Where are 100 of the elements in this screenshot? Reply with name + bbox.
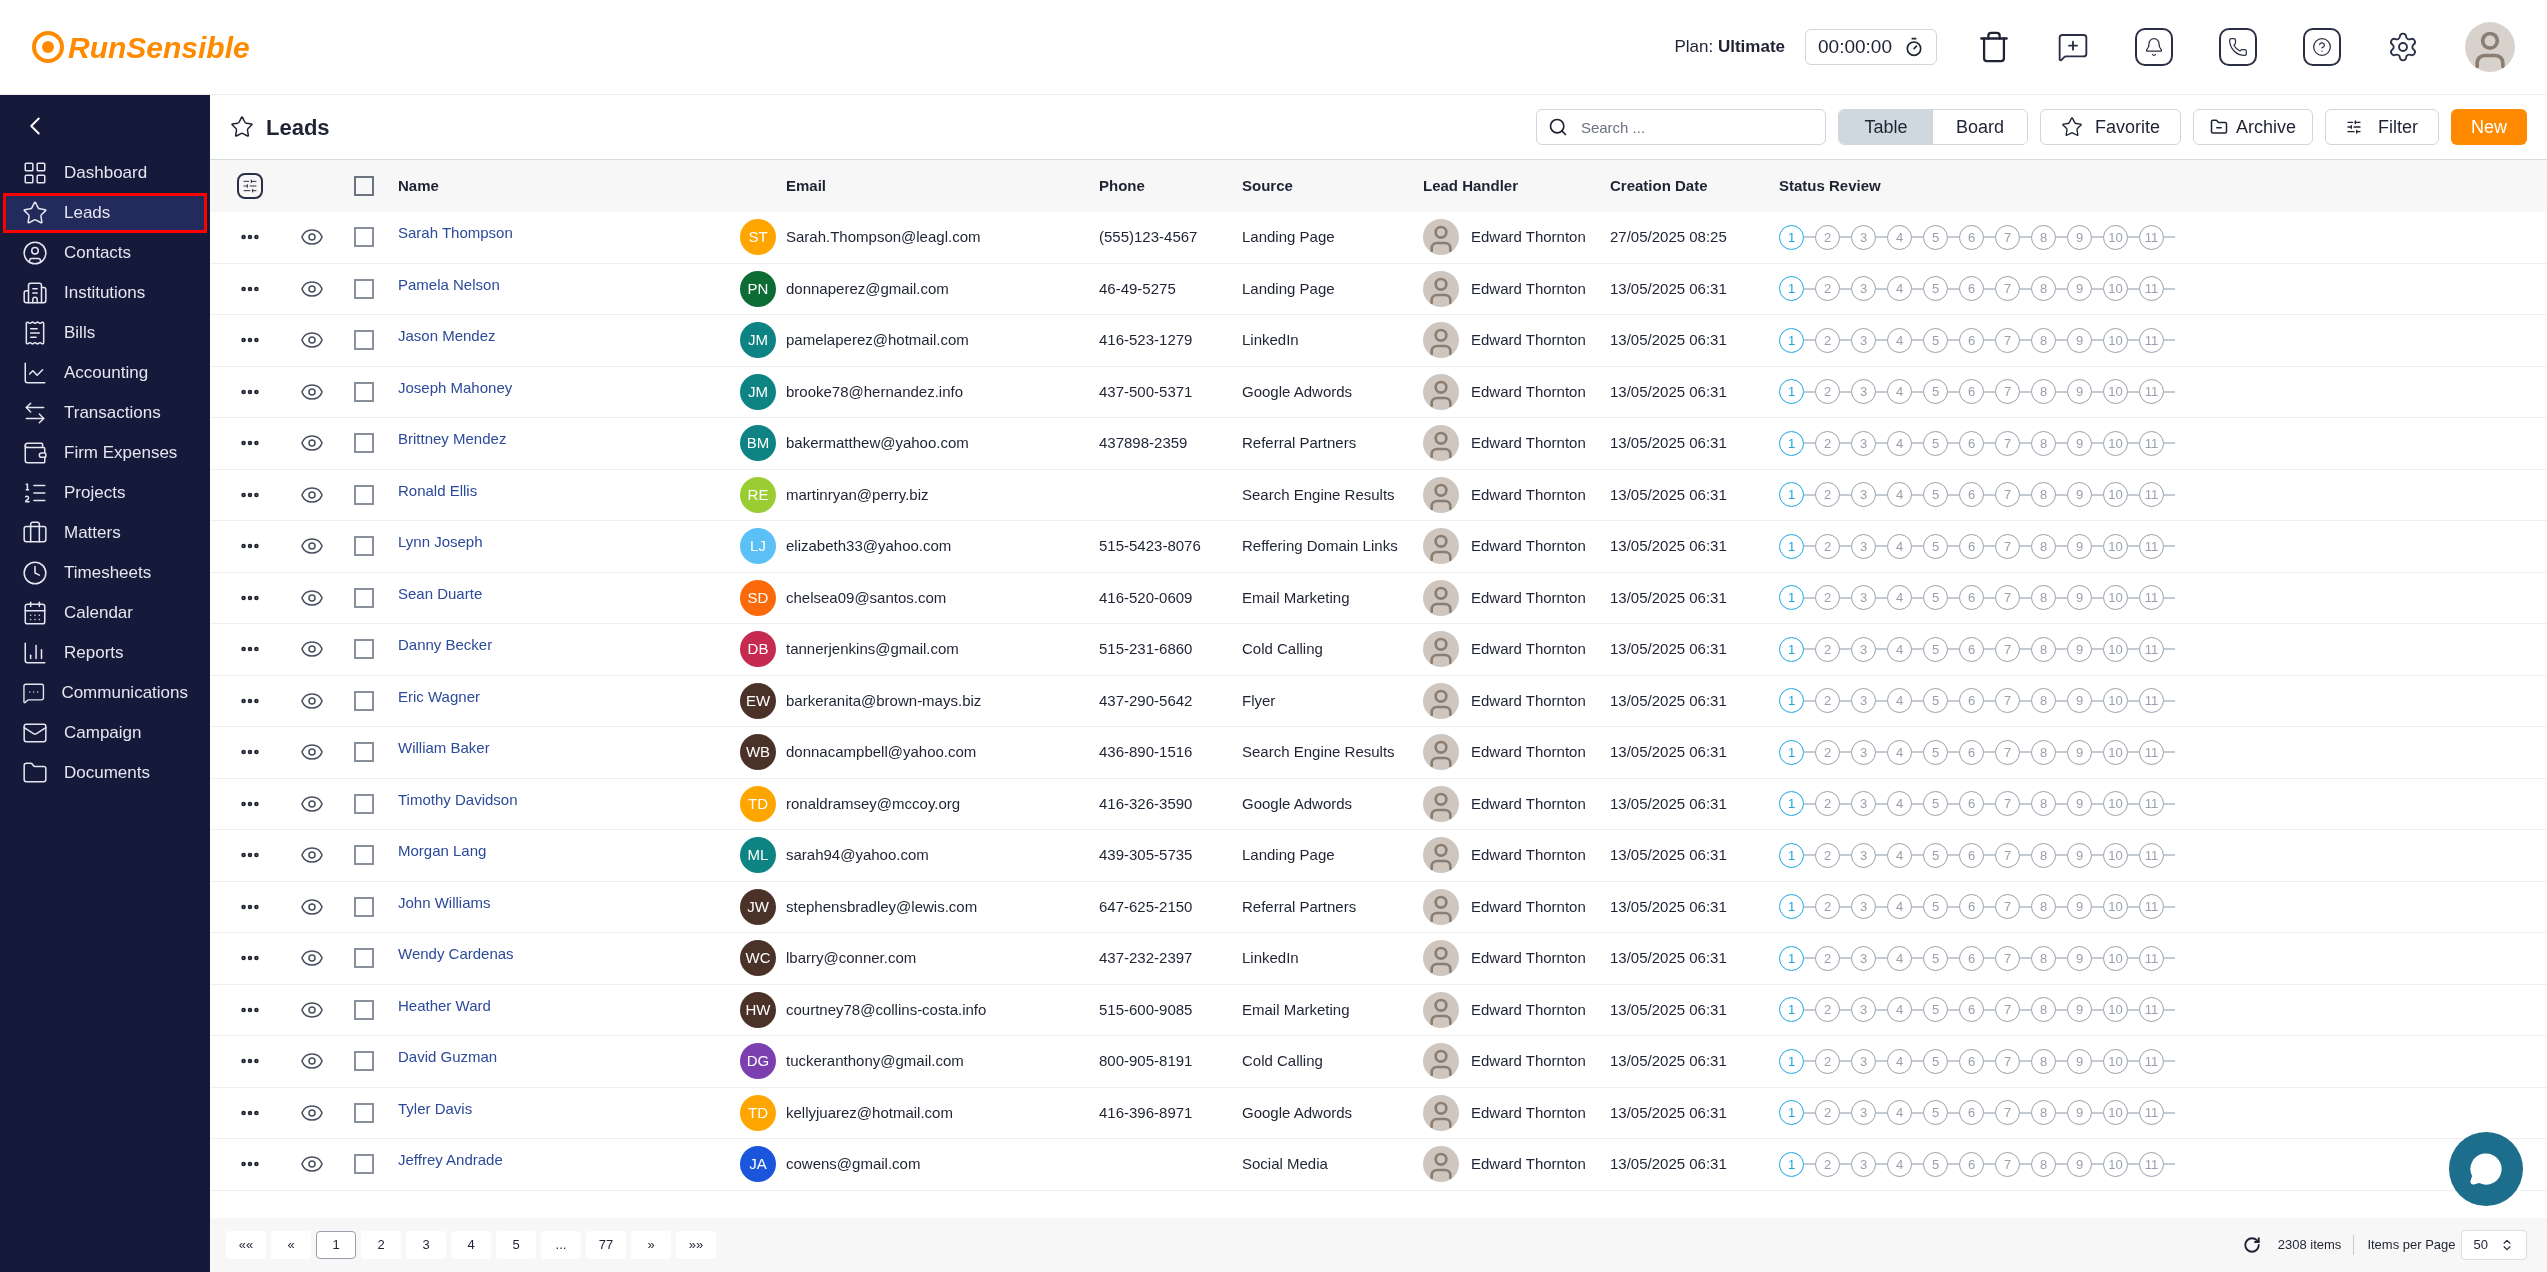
view-tab[interactable]: Table [1838,110,1933,144]
initials-avatar: ST [740,219,776,256]
sidebar-item[interactable]: Transactions [3,393,207,433]
sidebar-item[interactable]: Leads [3,193,207,233]
phone-icon[interactable] [2219,28,2257,66]
refresh-icon[interactable] [2242,1236,2261,1254]
filter-button[interactable]: Filter [2325,109,2439,145]
row-checkbox[interactable] [354,896,374,917]
row-checkbox[interactable] [354,742,374,763]
page-button[interactable]: 5 [496,1231,536,1259]
lead-name-link[interactable]: Timothy Davidson [398,790,518,808]
settings-icon[interactable] [2387,31,2419,63]
column-header[interactable]: Creation Date [1610,176,1708,194]
lead-name-link[interactable]: Jason Mendez [398,327,496,344]
row-checkbox[interactable] [354,690,374,711]
timer-field[interactable]: 00:00:00 [1805,29,1937,65]
page-button[interactable]: 4 [451,1231,491,1259]
source-cell: Search Engine Results [1242,485,1395,503]
sidebar-item[interactable]: Reports [3,633,207,673]
sidebar-item[interactable]: Bills [3,313,207,353]
row-checkbox[interactable] [354,948,374,969]
lead-name-link[interactable]: Tyler Davis [398,1099,473,1117]
page-button[interactable]: » [631,1231,671,1259]
items-per-page-select[interactable]: 50 [2460,1230,2527,1260]
lead-name-link[interactable]: Brittney Mendez [398,430,507,447]
lead-name-link[interactable]: Sean Duarte [398,584,483,602]
lead-name-link[interactable]: John Williams [398,893,491,911]
email-cell: martinryan@perry.biz [786,485,929,503]
sidebar-item[interactable]: Calendar [3,593,207,633]
select-all-checkbox[interactable] [354,176,374,196]
phone-cell: 800-905-8191 [1099,1052,1193,1069]
lead-name-link[interactable]: Morgan Lang [398,842,487,859]
lead-name-link[interactable]: Danny Becker [398,636,493,653]
lead-name-link[interactable]: Jeffrey Andrade [398,1151,503,1168]
sidebar-item[interactable]: Dashboard [3,153,207,193]
page-button[interactable]: 77 [586,1231,626,1259]
favorite-button[interactable]: Favorite [2039,109,2181,145]
handler-name: Edward Thornton [1471,536,1586,556]
row-checkbox[interactable] [354,1051,374,1072]
user-avatar[interactable] [2465,22,2515,72]
page-button[interactable]: 3 [406,1231,446,1259]
lead-name-link[interactable]: David Guzman [398,1048,498,1065]
column-header[interactable]: Lead Handler [1423,176,1519,194]
column-header[interactable]: Name [398,176,439,194]
row-checkbox[interactable] [354,330,374,351]
row-checkbox[interactable] [354,587,374,608]
email-cell: bakermatthew@yahoo.com [786,434,969,451]
column-header[interactable]: Source [1242,176,1293,194]
add-comment-icon[interactable] [2057,31,2089,63]
trash-icon[interactable] [1977,30,2011,64]
row-checkbox[interactable] [354,845,374,866]
column-header[interactable]: Email [786,176,827,194]
sidebar-item[interactable]: Timesheets [3,553,207,593]
sidebar-item[interactable]: Campaign [3,713,207,753]
page-button[interactable]: ... [541,1231,581,1259]
columns-settings-icon[interactable] [237,173,263,199]
row-checkbox[interactable] [354,1154,374,1175]
page-button[interactable]: »» [676,1231,716,1259]
sidebar-item[interactable]: Communications [3,673,207,713]
lead-name-link[interactable]: Eric Wagner [398,687,480,705]
handler-avatar [1423,476,1459,513]
sidebar-item[interactable]: Matters [3,513,207,553]
archive-button[interactable]: Archive [2192,109,2313,145]
column-header[interactable]: Status Review [1779,176,1881,194]
sidebar-item[interactable]: Institutions [3,273,207,313]
source-cell: Reffering Domain Links [1242,537,1398,554]
sidebar-item[interactable]: Firm Expenses [3,433,207,473]
row-checkbox[interactable] [354,484,374,505]
page-button[interactable]: « [271,1231,311,1259]
lead-name-link[interactable]: Sarah Thompson [398,224,513,241]
sidebar-item[interactable]: Accounting [3,353,207,393]
lead-name-link[interactable]: Lynn Joseph [398,533,483,550]
row-checkbox[interactable] [354,381,374,402]
page-button[interactable]: 2 [361,1231,401,1259]
lead-name-link[interactable]: Joseph Mahoney [398,378,513,396]
search-field[interactable]: Search ... [1535,109,1826,145]
row-checkbox[interactable] [354,793,374,814]
new-button[interactable]: New [2451,109,2527,145]
email-cell: kellyjuarez@hotmail.com [786,1103,953,1121]
lead-name-link[interactable]: Ronald Ellis [398,481,478,499]
lead-name-link[interactable]: William Baker [398,739,490,756]
row-checkbox[interactable] [354,278,374,299]
column-header[interactable]: Phone [1099,176,1145,194]
lead-name-link[interactable]: Wendy Cardenas [398,945,514,962]
sidebar-item[interactable]: Projects [3,473,207,513]
lead-name-link[interactable]: Heather Ward [398,996,491,1014]
row-checkbox[interactable] [354,227,374,248]
handler-avatar [1423,322,1459,359]
row-checkbox[interactable] [354,433,374,454]
row-checkbox[interactable] [354,1102,374,1123]
row-checkbox[interactable] [354,639,374,660]
notifications-icon[interactable] [2135,28,2173,66]
row-checkbox[interactable] [354,536,374,557]
page-button[interactable]: 1 [316,1231,356,1259]
sidebar-item[interactable]: Documents [3,753,207,793]
row-checkbox[interactable] [354,999,374,1020]
lead-name-link[interactable]: Pamela Nelson [398,275,500,293]
sidebar-item[interactable]: Contacts [3,233,207,273]
help-icon[interactable] [2303,28,2341,66]
page-button[interactable]: «« [226,1231,266,1259]
